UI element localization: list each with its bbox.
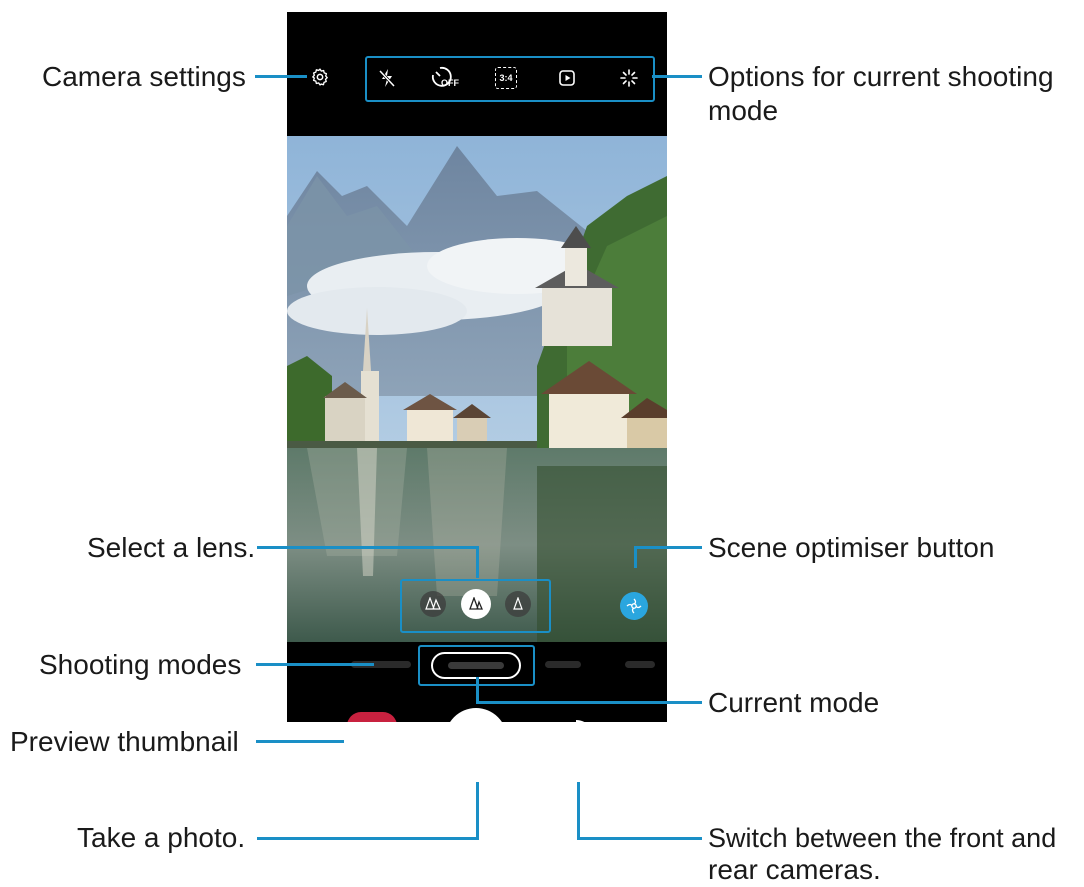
current-mode-pill[interactable]: [431, 652, 521, 679]
callout-line-scene-optimiser-h: [634, 546, 702, 549]
callout-options-line2: mode: [708, 95, 779, 126]
callout-line-switch-h: [577, 837, 702, 840]
callout-preview-thumbnail: Preview thumbnail: [10, 726, 239, 757]
callout-line-select-lens-h: [257, 546, 479, 549]
camera-top-bar: OFF 3:4: [287, 12, 667, 136]
motion-photo-icon: [559, 70, 575, 86]
callout-select-lens: Select a lens.: [87, 532, 256, 563]
callout-line-take-photo-h: [257, 837, 479, 840]
shooting-mode-item[interactable]: [545, 661, 581, 668]
callout-line-options: [652, 75, 702, 78]
callout-shooting-modes: Shooting modes: [39, 649, 242, 680]
gear-icon: [312, 68, 328, 86]
timer-badge: OFF: [441, 78, 459, 88]
callout-line-preview-thumbnail: [256, 740, 344, 743]
lens-ultrawide-icon: [425, 597, 441, 610]
lens-wide-icon: [469, 597, 483, 610]
callout-line-camera-settings: [255, 75, 307, 78]
flash-button[interactable]: [373, 64, 401, 92]
callout-current-mode: Current mode: [708, 687, 880, 718]
callout-line-current-mode-h: [476, 701, 702, 704]
switch-camera-icon: [575, 720, 585, 722]
switch-camera-button[interactable]: [553, 716, 599, 722]
settings-button[interactable]: [307, 64, 333, 90]
callout-line-current-mode-v: [476, 677, 479, 703]
timer-button[interactable]: OFF: [428, 64, 460, 94]
lens-tele-button[interactable]: [505, 591, 531, 617]
camera-screen: OFF 3:4: [287, 12, 667, 722]
filter-button[interactable]: [616, 65, 642, 91]
callout-take-photo: Take a photo.: [77, 822, 246, 853]
filter-sparkle-icon: [620, 69, 638, 87]
scene-optimiser-button[interactable]: [620, 592, 648, 620]
callout-switch-line2: rear cameras.: [708, 854, 881, 885]
aspect-ratio-icon: 3:4: [495, 67, 517, 89]
callout-scene-optimiser: Scene optimiser button: [708, 532, 995, 563]
ratio-label: 3:4: [499, 73, 513, 83]
callout-options-line1: Options for current shooting: [708, 61, 1054, 92]
scene-optimiser-icon: [626, 598, 642, 614]
lens-tele-icon: [513, 597, 523, 610]
callout-line-shooting-modes: [256, 663, 374, 666]
flash-off-icon: [378, 69, 396, 88]
callout-line-select-lens-v: [476, 546, 479, 578]
callout-line-take-photo-v: [476, 782, 479, 839]
callout-line-switch-v: [577, 782, 580, 839]
shooting-mode-item[interactable]: [625, 661, 655, 668]
callout-switch-line1: Switch between the front and: [708, 823, 1057, 853]
motion-photo-button[interactable]: [554, 65, 580, 91]
gallery-thumbnail-button[interactable]: [347, 712, 397, 722]
callout-camera-settings: Camera settings: [42, 61, 246, 92]
current-mode-label: [448, 662, 504, 669]
callout-line-scene-optimiser-v: [634, 546, 637, 568]
lens-ultrawide-button[interactable]: [420, 591, 446, 617]
lens-wide-button[interactable]: [461, 589, 491, 619]
ratio-button[interactable]: 3:4: [493, 65, 519, 91]
